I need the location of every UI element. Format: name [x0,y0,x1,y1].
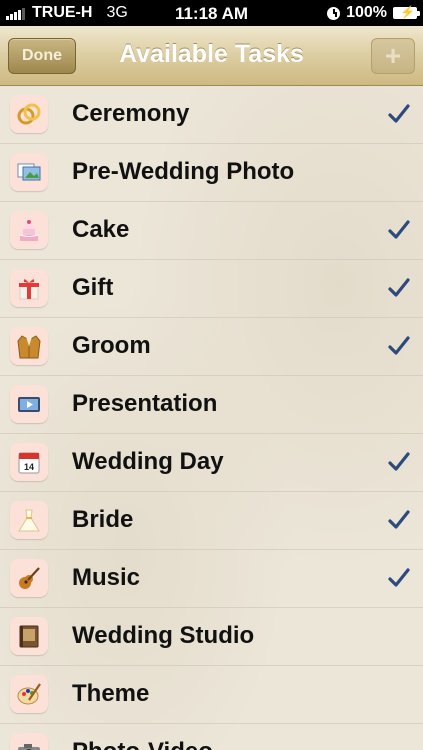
cake-icon [10,211,48,249]
checkmark-icon [388,104,410,123]
task-row-cake[interactable]: Cake [0,202,423,260]
checkmark-icon [388,220,410,239]
task-label: Ceremony [72,100,190,127]
status-bar: TRUE-H 3G 11:18 AM 100% ⚡ [0,0,423,26]
checkmark-icon [388,452,410,471]
task-row-bride[interactable]: Bride [0,492,423,550]
task-row-pre-wedding-photo[interactable]: Pre-Wedding Photo [0,144,423,202]
projector-icon [10,385,48,423]
task-row-gift[interactable]: Gift [0,260,423,318]
task-row-wedding-studio[interactable]: Wedding Studio [0,608,423,666]
task-label: Wedding Day [72,448,224,475]
battery-icon: ⚡ [393,5,420,19]
alarm-clock-icon [327,6,341,20]
guitar-icon [10,559,48,597]
palette-icon [10,675,48,713]
battery-percent: 100% [346,4,387,21]
rings-icon [10,95,48,133]
svg-text:14: 14 [24,462,34,472]
task-row-theme[interactable]: Theme [0,666,423,724]
task-row-wedding-day[interactable]: 14 Wedding Day [0,434,423,492]
task-label: Presentation [72,390,218,417]
task-label: Music [72,564,141,591]
task-row-photo-video[interactable]: Photo-Video [0,724,423,750]
task-row-groom[interactable]: Groom [0,318,423,376]
dress-icon [10,501,48,539]
checkmark-icon [388,278,410,297]
photos-icon [10,153,48,191]
task-label: Theme [72,680,150,707]
suit-icon [10,327,48,365]
task-label: Groom [72,332,151,359]
album-icon [10,617,48,655]
task-row-music[interactable]: Music [0,550,423,608]
status-right: 100% ⚡ [327,4,420,22]
page-title: Available Tasks [119,40,304,68]
task-label: Pre-Wedding Photo [72,158,295,185]
task-label: Wedding Studio [72,622,255,649]
task-label: Cake [72,216,130,243]
add-task-button[interactable]: + [371,38,415,74]
checkmark-icon [388,336,410,355]
task-row-ceremony[interactable]: Ceremony [0,86,423,144]
navigation-bar: Done Available Tasks + [0,26,423,86]
camera-icon [10,733,48,750]
task-row-presentation[interactable]: Presentation [0,376,423,434]
task-list[interactable]: Ceremony Pre-Wedding Photo Cake Gift Gro… [0,86,423,750]
gift-icon [10,269,48,307]
task-label: Gift [72,274,114,301]
checkmark-icon [388,568,410,587]
task-label: Bride [72,506,134,533]
task-label: Photo-Video [72,738,213,750]
checkmark-icon [388,510,410,529]
calendar-icon: 14 [10,443,48,481]
